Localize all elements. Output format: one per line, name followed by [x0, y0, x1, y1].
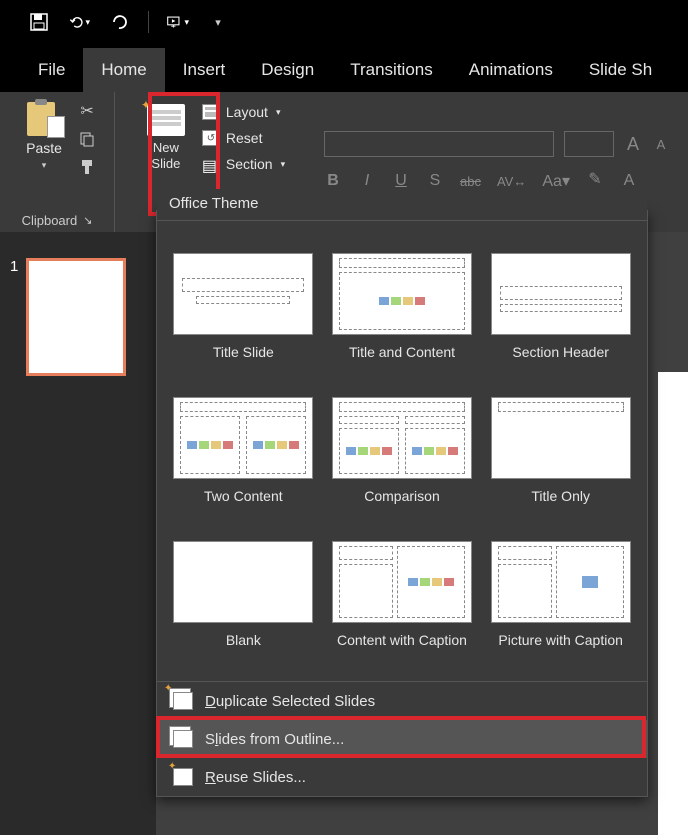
clipboard-mini-buttons: ✂ [77, 100, 97, 176]
bold-button[interactable]: B [324, 172, 342, 190]
decrease-font-icon[interactable]: A [652, 137, 670, 152]
clipboard-launcher-icon[interactable]: ↘ [83, 214, 92, 227]
layout-comparison[interactable]: Comparison [330, 397, 475, 523]
layout-title-and-content[interactable]: Title and Content [330, 253, 475, 379]
layout-icon [202, 104, 220, 120]
section-icon [202, 156, 220, 172]
shadow-button[interactable]: S [426, 172, 444, 190]
outline-icon [173, 730, 193, 748]
format-painter-icon[interactable] [77, 158, 97, 176]
clipboard-group-label: Clipboard↘ [22, 213, 93, 228]
dropdown-menu-list: Duplicate Selected Slides Slides from Ou… [157, 681, 647, 796]
layout-button[interactable]: Layout▾ [202, 104, 285, 120]
slide-thumb-1[interactable]: 1 [10, 258, 146, 376]
new-slide-dropdown: Office Theme Title Slide Title and Conte… [156, 210, 648, 797]
tab-file[interactable]: File [20, 48, 83, 92]
strikethrough-button[interactable]: abc [460, 174, 481, 189]
tab-animations[interactable]: Animations [451, 48, 571, 92]
tab-design[interactable]: Design [243, 48, 332, 92]
menu-slides-from-outline[interactable]: Slides from Outline... [157, 720, 647, 758]
layout-two-content[interactable]: Two Content [171, 397, 316, 523]
italic-button[interactable]: I [358, 172, 376, 190]
paste-button[interactable]: Paste ▾ [17, 100, 71, 171]
layout-content-with-caption[interactable]: Content with Caption [330, 541, 475, 667]
increase-font-icon[interactable]: A [624, 134, 642, 155]
customize-qat-icon[interactable]: ▾ [207, 11, 229, 33]
change-case-button[interactable]: Aa▾ [542, 171, 570, 191]
reset-button[interactable]: Reset [202, 130, 285, 146]
paste-dropdown-icon[interactable]: ▾ [42, 160, 47, 171]
char-spacing-button[interactable]: AV↔ [497, 174, 526, 189]
menu-duplicate-slides[interactable]: Duplicate Selected Slides [157, 682, 647, 720]
dropdown-header: Office Theme [157, 189, 647, 221]
redo-icon[interactable] [108, 11, 130, 33]
layout-gallery: Title Slide Title and Content Section He… [157, 211, 647, 681]
reset-icon [202, 130, 220, 146]
quick-access-toolbar: ▾ ▾ ▾ [0, 0, 688, 44]
underline-button[interactable]: U [392, 172, 410, 190]
paste-icon [27, 100, 61, 136]
font-family-select[interactable] [324, 131, 554, 157]
font-size-select[interactable] [564, 131, 614, 157]
copy-icon[interactable] [77, 130, 97, 148]
section-button[interactable]: Section▾ [202, 156, 285, 172]
slide-thumbnail-panel: 1 [0, 232, 156, 835]
layout-blank[interactable]: Blank [171, 541, 316, 667]
separator [148, 11, 149, 33]
new-slide-icon [147, 104, 185, 136]
save-icon[interactable] [28, 11, 50, 33]
cut-icon[interactable]: ✂ [77, 102, 97, 120]
start-from-beginning-icon[interactable]: ▾ [167, 11, 189, 33]
ribbon-tabs: File Home Insert Design Transitions Anim… [0, 44, 688, 92]
paste-label: Paste [26, 140, 62, 156]
new-slide-button[interactable]: New Slide [136, 100, 196, 175]
ribbon-group-clipboard: Paste ▾ ✂ Clipboard↘ [0, 92, 115, 232]
layout-picture-with-caption[interactable]: Picture with Caption [488, 541, 633, 667]
menu-reuse-slides[interactable]: Reuse Slides... [157, 758, 647, 796]
layout-title-only[interactable]: Title Only [488, 397, 633, 523]
slides-options: Layout▾ Reset Section▾ [202, 100, 285, 172]
tab-slideshow[interactable]: Slide Sh [571, 48, 670, 92]
highlight-button[interactable]: A [620, 172, 638, 190]
layout-section-header[interactable]: Section Header [488, 253, 633, 379]
reuse-icon [173, 768, 193, 786]
slide-thumbnail[interactable] [26, 258, 126, 376]
undo-icon[interactable]: ▾ [68, 11, 90, 33]
tab-insert[interactable]: Insert [165, 48, 244, 92]
tab-home[interactable]: Home [83, 48, 164, 92]
layout-title-slide[interactable]: Title Slide [171, 253, 316, 379]
slide-canvas-edge [658, 372, 688, 835]
slide-number: 1 [10, 258, 18, 376]
duplicate-icon [173, 692, 193, 710]
tab-transitions[interactable]: Transitions [332, 48, 451, 92]
new-slide-label: New Slide [151, 140, 180, 171]
